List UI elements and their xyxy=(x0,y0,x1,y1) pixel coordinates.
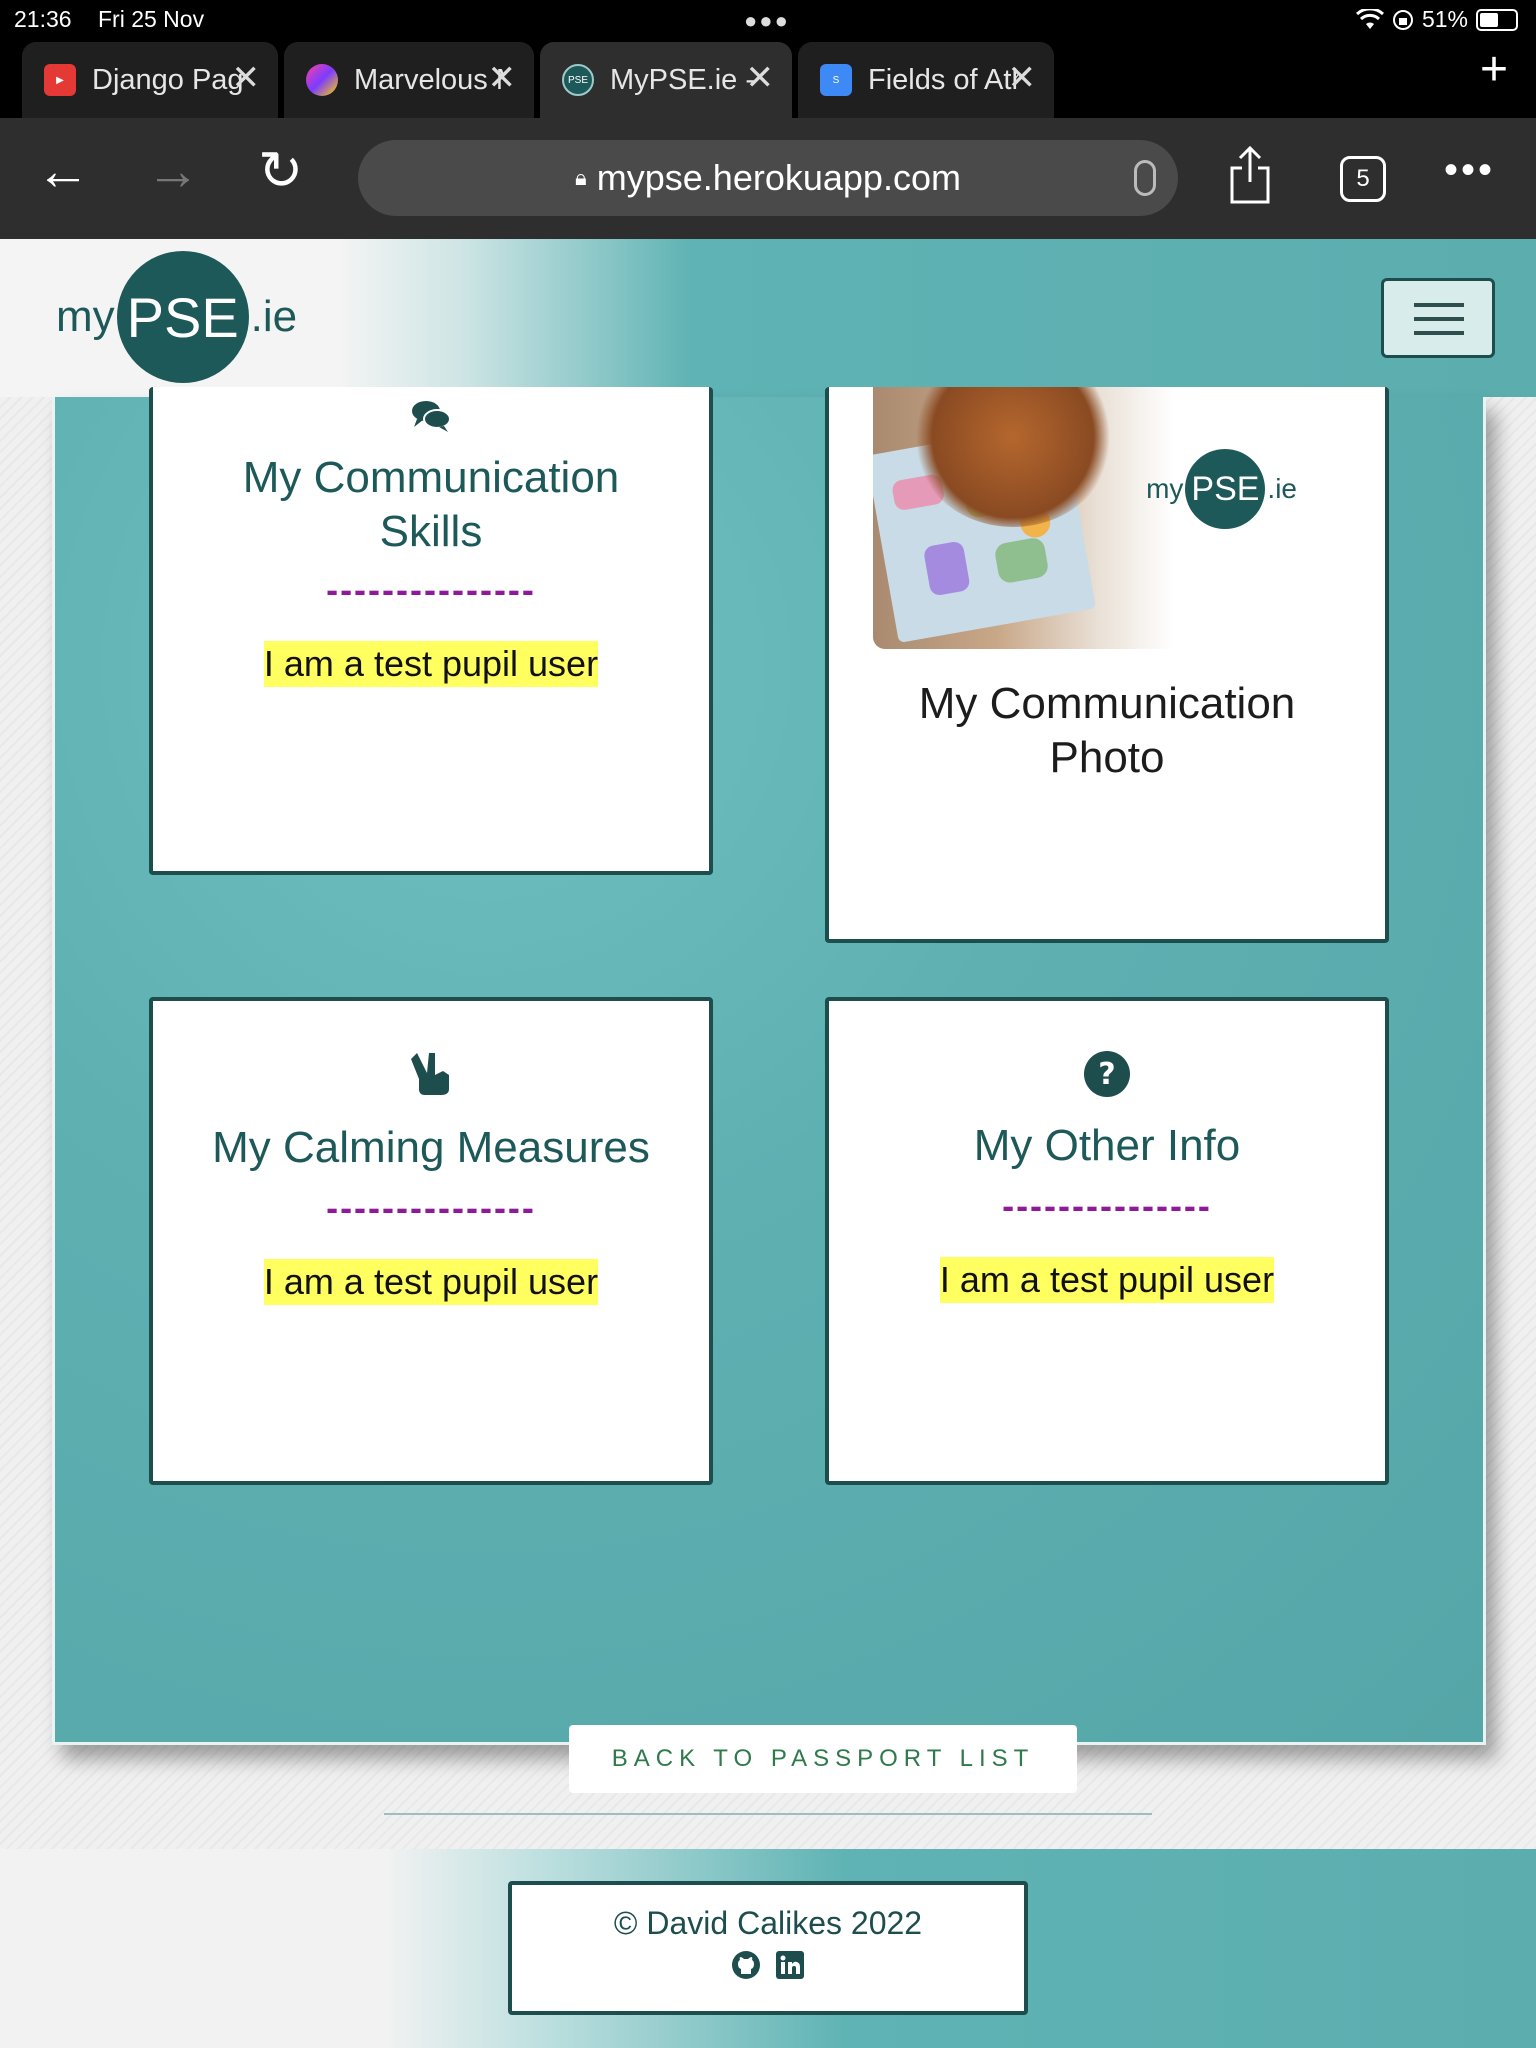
card-title: My Other Info xyxy=(973,1121,1241,1170)
footer-social-links xyxy=(512,1950,1024,1980)
card-title: My Calming Measures xyxy=(212,1123,650,1172)
youtube-icon: ▶ xyxy=(44,64,76,96)
logo-my: my xyxy=(56,292,115,341)
card-divider: --------------- xyxy=(326,1187,536,1228)
card-text: I am a test pupil user xyxy=(263,641,599,687)
hamburger-line xyxy=(1414,303,1464,307)
card-title-line2: Skills xyxy=(379,507,483,556)
footer-copyright: © David Calikes 2022 xyxy=(613,1905,923,1941)
reload-icon[interactable]: ↻ xyxy=(258,144,303,198)
card-communication-photo: my PSE .ie My Communication Photo xyxy=(825,387,1389,943)
card-text: I am a test pupil user xyxy=(263,1259,599,1305)
passport-container: My Communication Skills --------------- … xyxy=(52,387,1486,1793)
web-page: my PSE .ie My Communication Skills -----… xyxy=(0,239,1536,2048)
map-region xyxy=(922,540,971,597)
photo-logo-ie: .ie xyxy=(1267,473,1297,504)
card-title: My Communication Skills xyxy=(153,451,709,559)
card-calming-measures: My Calming Measures --------------- I am… xyxy=(149,997,713,1485)
photo-logo: my PSE .ie xyxy=(1146,449,1297,529)
logo-ie: .ie xyxy=(250,292,298,341)
photo-logo-pse: PSE xyxy=(1185,449,1266,529)
tab-title: Django Paginat xyxy=(92,63,242,96)
card-text: I am a test pupil user xyxy=(939,1257,1275,1303)
browser-tab-4[interactable]: S Fields of Athen ✕ xyxy=(798,42,1054,118)
card-other-info: ? My Other Info --------------- I am a t… xyxy=(825,997,1389,1485)
hamburger-line xyxy=(1414,317,1464,321)
linkedin-icon[interactable] xyxy=(775,1950,805,1980)
lock-icon: 🔒︎ xyxy=(575,165,587,190)
url-text: mypse.herokuapp.com xyxy=(596,157,961,198)
tab-title: MyPSE.ie - Pas xyxy=(610,63,760,96)
plus-icon[interactable]: + xyxy=(1480,46,1508,94)
back-arrow-icon[interactable]: ← xyxy=(36,144,90,198)
url-field[interactable]: 🔒︎ mypse.herokuapp.com xyxy=(358,140,1178,216)
wifi-icon xyxy=(1355,8,1384,29)
card-title-line1: My Communication xyxy=(918,679,1296,728)
share-icon[interactable] xyxy=(1228,146,1272,206)
back-to-passport-list-button[interactable]: BACK TO PASSPORT LIST xyxy=(569,1725,1077,1793)
site-icon: S xyxy=(820,64,852,96)
hamburger-line xyxy=(1414,331,1464,335)
orientation-lock-icon xyxy=(1392,9,1413,30)
card-communication-skills: My Communication Skills --------------- … xyxy=(149,387,713,875)
photo-logo-my: my xyxy=(1146,473,1184,504)
footer-box: © David Calikes 2022 xyxy=(508,1881,1028,2015)
site-logo[interactable]: my PSE .ie xyxy=(56,251,297,383)
communication-photo: my PSE .ie xyxy=(873,387,1373,649)
tab-title: Fields of Athen xyxy=(868,63,1018,96)
battery-icon xyxy=(1476,8,1518,31)
forward-arrow-icon[interactable]: → xyxy=(146,144,200,198)
site-footer: © David Calikes 2022 xyxy=(0,1849,1536,2048)
card-divider: --------------- xyxy=(326,569,536,610)
microphone-icon[interactable] xyxy=(1134,160,1156,196)
peace-hand-icon xyxy=(153,1049,709,1105)
card-title: My Communication Photo xyxy=(829,677,1385,785)
status-right: 51% xyxy=(1355,6,1518,33)
map-region xyxy=(993,536,1050,585)
browser-tab-2[interactable]: Marvelous Matc ✕ xyxy=(284,42,534,118)
pse-icon: PSE xyxy=(562,64,594,96)
close-icon[interactable]: ✕ xyxy=(488,58,517,98)
svg-text:?: ? xyxy=(1098,1057,1115,1092)
browser-toolbar: ← → ↻ 🔒︎ mypse.herokuapp.com 5 ••• xyxy=(0,118,1536,239)
footer-divider xyxy=(384,1813,1152,1815)
status-date: Fri 25 Nov xyxy=(98,6,205,32)
tab-title: Marvelous Matc xyxy=(354,63,504,96)
github-icon[interactable] xyxy=(731,1950,761,1980)
browser-tabs: ▶ Django Paginat ✕ Marvelous Matc ✕ PSE … xyxy=(0,40,1536,118)
close-icon[interactable]: ✕ xyxy=(1008,58,1037,98)
app-icon xyxy=(306,64,338,96)
tab-count-button[interactable]: 5 xyxy=(1340,156,1386,202)
status-time: 21:36 xyxy=(14,6,72,32)
hamburger-menu-button[interactable] xyxy=(1381,278,1495,358)
card-divider: --------------- xyxy=(1002,1185,1212,1226)
browser-tab-1[interactable]: ▶ Django Paginat ✕ xyxy=(22,42,278,118)
question-circle-icon: ? xyxy=(829,1051,1385,1105)
more-icon[interactable]: ••• xyxy=(1444,148,1495,193)
card-title-line2: Photo xyxy=(1049,733,1165,782)
battery-percent: 51% xyxy=(1421,6,1468,32)
card-title-line1: My Communication xyxy=(242,453,620,502)
site-header: my PSE .ie xyxy=(0,239,1536,397)
close-icon[interactable]: ✕ xyxy=(232,58,261,98)
multitasking-dots-icon[interactable]: ●●● xyxy=(744,8,790,34)
close-icon[interactable]: ✕ xyxy=(746,58,775,98)
logo-pse: PSE xyxy=(116,251,249,383)
browser-tab-3[interactable]: PSE MyPSE.ie - Pas ✕ xyxy=(540,42,792,118)
status-bar: 21:36 Fri 25 Nov ●●● 51% xyxy=(0,0,1536,40)
comments-icon xyxy=(153,397,709,441)
